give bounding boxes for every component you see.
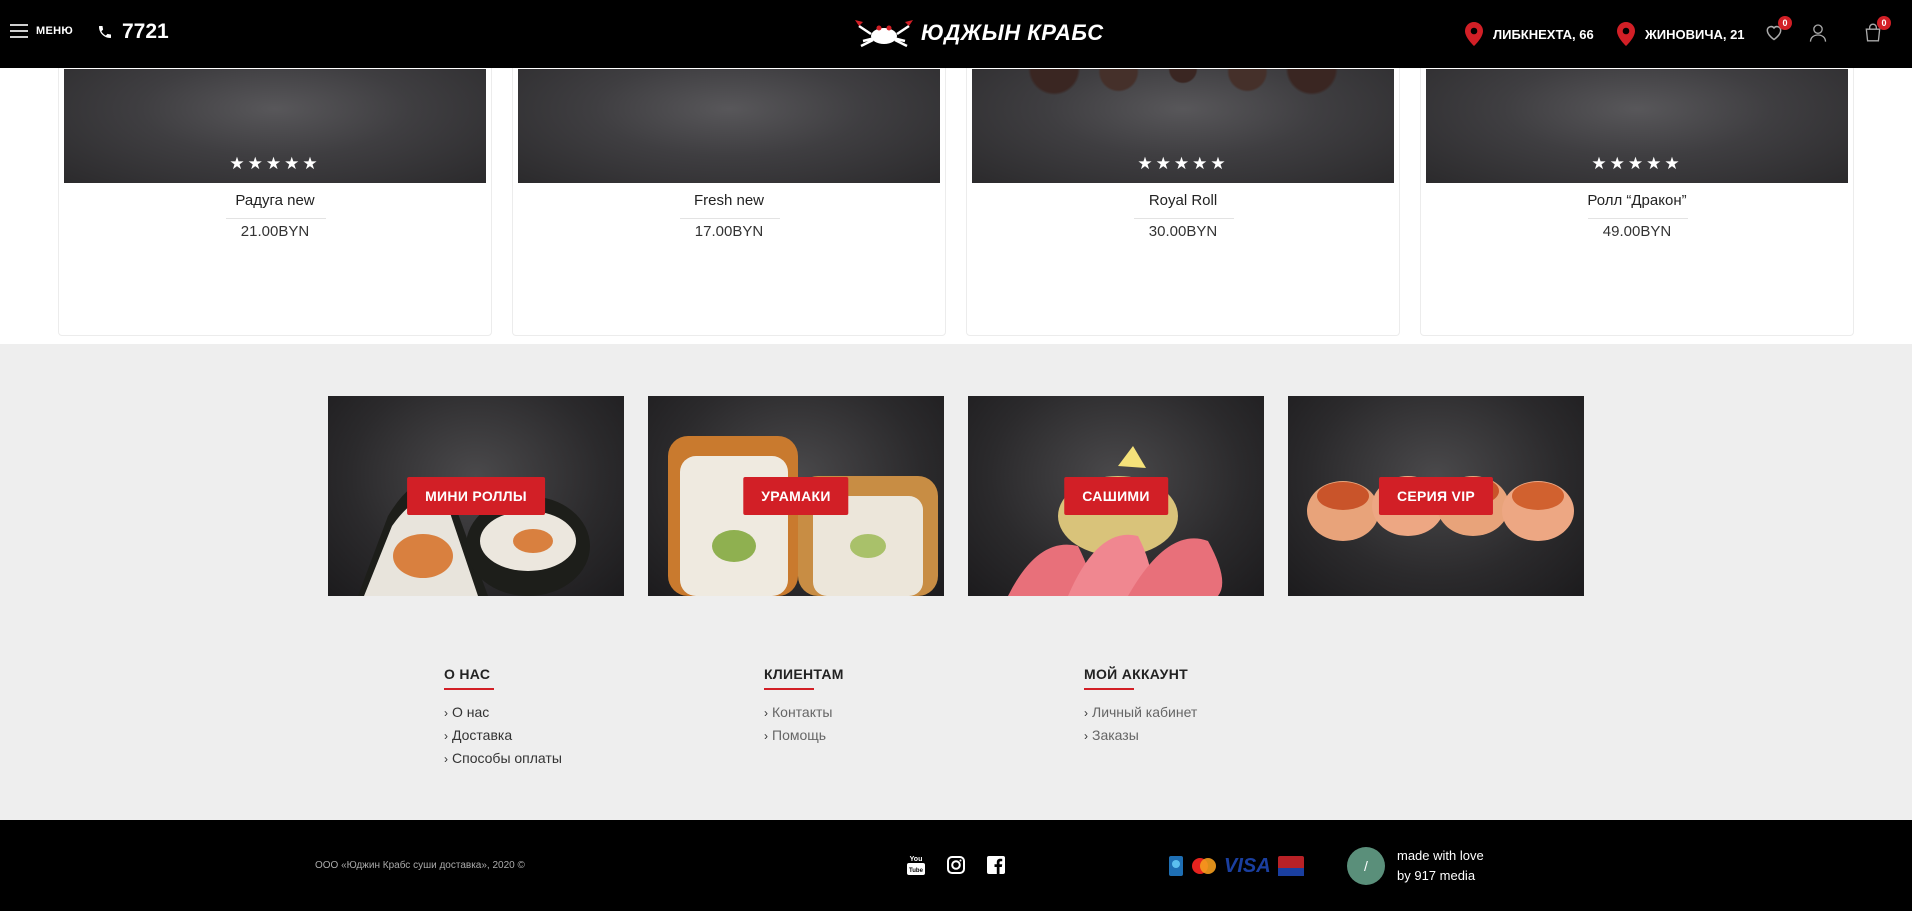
- address-libknehta[interactable]: ЛИБКНЕХТА, 66: [1465, 22, 1594, 46]
- rating-stars: ★★★★★: [1137, 154, 1229, 173]
- chevron-right-icon: ›: [1084, 706, 1088, 720]
- location-pin-icon: [1617, 22, 1635, 46]
- product-card[interactable]: ★★★★★ Радуга new 21.00BYN: [58, 38, 492, 336]
- product-price: 30.00BYN: [1148, 223, 1218, 240]
- menu-label: МЕНЮ: [36, 25, 73, 37]
- category-label[interactable]: САШИМИ: [1064, 477, 1168, 515]
- footer-column-clients: КЛИЕНТАМ › Контакты › Помощь: [764, 666, 844, 750]
- product-image[interactable]: ★★★★★: [1426, 69, 1848, 183]
- hamburger-icon: [10, 24, 28, 38]
- category-label[interactable]: СЕРИЯ VIP: [1378, 477, 1494, 515]
- crab-icon: [855, 20, 913, 48]
- top-header: МЕНЮ 7721 ЮДЖЫН КРАБС ЛИБКНЕХТА, 66 ЖИНО…: [0, 0, 1912, 68]
- cart-button[interactable]: 0: [1863, 16, 1891, 48]
- footer-column-about: О НАС › О нас › Доставка › Способы оплаты: [444, 666, 562, 773]
- product-card[interactable]: ★★★★★ Ролл “Дракон” 49.00BYN: [1420, 38, 1854, 336]
- mastercard-icon: [1192, 858, 1216, 874]
- chevron-right-icon: ›: [444, 729, 448, 743]
- product-name[interactable]: Fresh new: [513, 192, 945, 209]
- address-zhinovicha[interactable]: ЖИНОВИЧА, 21: [1617, 22, 1745, 46]
- product-list: ★★★★★ Радуга new 21.00BYN Fresh new 17.0…: [58, 38, 1854, 336]
- footer-link-delivery[interactable]: › Доставка: [444, 727, 562, 743]
- title-underline: [1084, 688, 1134, 690]
- youtube-icon: Tube You: [907, 856, 925, 875]
- product-name[interactable]: Радуга new: [59, 192, 491, 209]
- title-underline: [764, 688, 814, 690]
- category-label[interactable]: МИНИ РОЛЛЫ: [407, 477, 545, 515]
- location-pin-icon: [1465, 22, 1483, 46]
- divider: [680, 218, 780, 219]
- instagram-link[interactable]: [945, 854, 967, 881]
- footer-column-title: КЛИЕНТАМ: [764, 666, 844, 682]
- chevron-right-icon: ›: [764, 706, 768, 720]
- chevron-right-icon: ›: [1084, 729, 1088, 743]
- category-tile-vip[interactable]: СЕРИЯ VIP: [1288, 396, 1584, 596]
- category-tile-uramaki[interactable]: УРАМАКИ: [648, 396, 944, 596]
- instagram-icon: [947, 856, 965, 874]
- facebook-icon: [987, 856, 1005, 874]
- product-card[interactable]: ★★★★★ Royal Roll 30.00BYN: [966, 38, 1400, 336]
- category-tile-sashimi[interactable]: САШИМИ: [968, 396, 1264, 596]
- product-price: 21.00BYN: [240, 223, 310, 240]
- payment-methods: VISA: [1168, 854, 1305, 878]
- product-image[interactable]: ★★★★★: [64, 69, 486, 183]
- product-price: 49.00BYN: [1602, 223, 1672, 240]
- product-image[interactable]: ★★★★★: [972, 69, 1394, 183]
- footer-link-personal-account[interactable]: › Личный кабинет: [1084, 704, 1197, 720]
- footer-link-contacts[interactable]: › Контакты: [764, 704, 844, 720]
- divider: [226, 218, 326, 219]
- wishlist-button[interactable]: 0: [1764, 16, 1792, 47]
- title-underline: [444, 688, 494, 690]
- divider: [1134, 218, 1234, 219]
- belcard-icon: [1169, 856, 1183, 876]
- category-label[interactable]: УРАМАКИ: [743, 477, 849, 515]
- chevron-right-icon: ›: [444, 752, 448, 766]
- product-name[interactable]: Royal Roll: [967, 192, 1399, 209]
- footer-section: МИНИ РОЛЛЫ УРАМАКИ САШИМИ СЕРИЯ VIP О НА…: [0, 344, 1912, 820]
- chevron-right-icon: ›: [444, 706, 448, 720]
- address-label: ЛИБКНЕХТА, 66: [1493, 26, 1594, 42]
- footer-column-title: МОЙ АККАУНТ: [1084, 666, 1188, 682]
- product-card[interactable]: Fresh new 17.00BYN: [512, 38, 946, 336]
- developer-credit-link[interactable]: / made with love by 917 media: [1347, 846, 1484, 886]
- footer-column-account: МОЙ АККАУНТ › Личный кабинет › Заказы: [1084, 666, 1197, 750]
- footer-link-about[interactable]: › О нас: [444, 704, 562, 720]
- youtube-link[interactable]: Tube You: [905, 854, 927, 881]
- cart-count-badge: 0: [1877, 16, 1891, 30]
- footer-column-title: О НАС: [444, 666, 491, 682]
- menu-button[interactable]: МЕНЮ: [10, 24, 73, 38]
- divider: [1588, 218, 1688, 219]
- phone-number: 7721: [122, 20, 169, 43]
- site-logo[interactable]: ЮДЖЫН КРАБС: [853, 16, 1104, 50]
- secure-card-icon: [1277, 856, 1304, 876]
- visa-logo-icon: VISA: [1224, 854, 1271, 877]
- chevron-right-icon: ›: [764, 729, 768, 743]
- wishlist-count-badge: 0: [1778, 16, 1792, 30]
- product-name[interactable]: Ролл “Дракон”: [1421, 192, 1853, 209]
- product-price: 17.00BYN: [694, 223, 764, 240]
- rating-stars: ★★★★★: [1591, 154, 1683, 173]
- phone-link[interactable]: 7721: [97, 20, 169, 44]
- phone-icon: [99, 26, 111, 38]
- bottom-bar: ООО «Юджин Крабс суши доставка», 2020 © …: [0, 820, 1912, 911]
- user-icon: [1809, 24, 1827, 42]
- footer-link-help[interactable]: › Помощь: [764, 727, 844, 743]
- rating-stars: ★★★★★: [229, 154, 321, 173]
- category-tile-mini-rolls[interactable]: МИНИ РОЛЛЫ: [328, 396, 624, 596]
- credit-line-2: by 917 media: [1397, 868, 1476, 883]
- product-image[interactable]: [518, 69, 940, 183]
- footer-link-payment-methods[interactable]: › Способы оплаты: [444, 750, 562, 766]
- svg-text:You: You: [910, 856, 923, 863]
- developer-logo: /: [1347, 847, 1385, 885]
- logo-text: ЮДЖЫН КРАБС: [921, 20, 1104, 45]
- address-label: ЖИНОВИЧА, 21: [1645, 26, 1745, 42]
- facebook-link[interactable]: [985, 854, 1007, 881]
- svg-text:Tube: Tube: [909, 868, 924, 874]
- copyright-text: ООО «Юджин Крабс суши доставка», 2020 ©: [315, 860, 525, 871]
- credit-line-1: made with love: [1397, 848, 1484, 863]
- footer-link-orders[interactable]: › Заказы: [1084, 727, 1197, 743]
- account-button[interactable]: [1808, 22, 1828, 48]
- developer-credit-text: made with love by 917 media: [1397, 846, 1484, 886]
